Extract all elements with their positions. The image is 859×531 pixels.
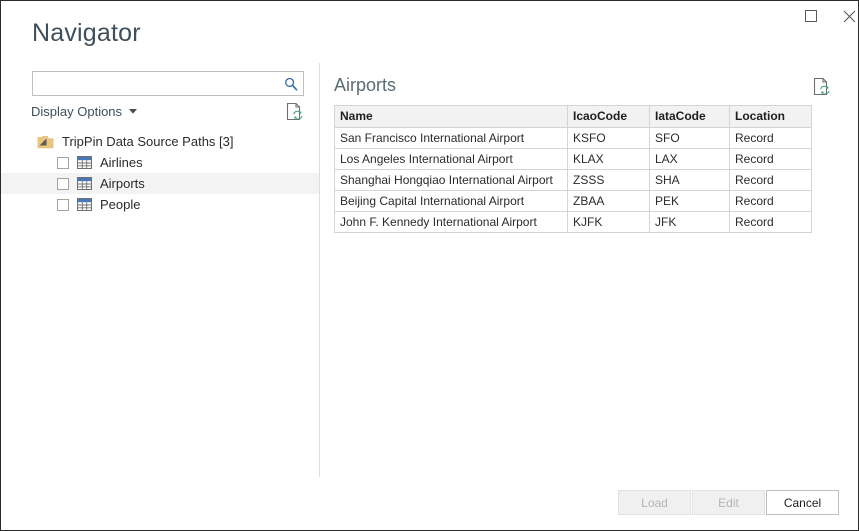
cell-name: John F. Kennedy International Airport (334, 211, 568, 233)
cell-location: Record (729, 127, 812, 149)
cell-location: Record (729, 190, 812, 212)
display-options-dropdown[interactable]: Display Options (31, 104, 138, 119)
magnifier-glyph (285, 77, 298, 91)
tree-item-label: People (100, 197, 141, 212)
chevron-down-icon (129, 109, 138, 114)
table-row: Los Angeles International Airport KLAX L… (334, 148, 812, 170)
cell-icaocode: KLAX (567, 148, 650, 170)
tree-item-label: Airlines (100, 155, 143, 170)
tree-item-airlines[interactable]: Airlines (1, 152, 319, 173)
refresh-document-glyph (813, 77, 830, 96)
dialog-footer: Load Edit Cancel (1, 477, 858, 530)
cell-location: Record (729, 169, 812, 191)
cell-name: Los Angeles International Airport (334, 148, 568, 170)
cancel-button[interactable]: Cancel (766, 490, 839, 515)
cell-name: San Francisco International Airport (334, 127, 568, 149)
cell-iatacode: SFO (649, 127, 730, 149)
cell-icaocode: ZSSS (567, 169, 650, 191)
table-row: San Francisco International Airport KSFO… (334, 127, 812, 149)
edit-button[interactable]: Edit (692, 490, 765, 515)
expander-collapse-icon[interactable] (39, 138, 47, 146)
title-bar: Navigator (1, 1, 858, 57)
navigator-dialog: Navigator Display Options TripPin Data S… (0, 0, 859, 531)
table-header-row: Name IcaoCode IataCode Location (334, 105, 812, 128)
table-icon (77, 156, 92, 169)
preview-title: Airports (334, 75, 397, 95)
refresh-document-glyph (286, 102, 303, 121)
preview-pane: Airports Name IcaoCode IataCode Location… (320, 57, 858, 477)
cell-icaocode: KJFK (567, 211, 650, 233)
refresh-preview-icon[interactable] (812, 77, 830, 97)
table-row: Beijing Capital International Airport ZB… (334, 190, 812, 212)
cell-iatacode: PEK (649, 190, 730, 212)
refresh-document-icon[interactable] (285, 102, 303, 122)
cell-location: Record (729, 148, 812, 170)
cell-name: Beijing Capital International Airport (334, 190, 568, 212)
cell-iatacode: JFK (649, 211, 730, 233)
tree-item-checkbox[interactable] (57, 156, 69, 169)
cell-icaocode: KSFO (567, 127, 650, 149)
table-row: Shanghai Hongqiao International Airport … (334, 169, 812, 191)
cell-iatacode: LAX (649, 148, 730, 170)
column-header-iatacode[interactable]: IataCode (649, 105, 730, 128)
close-icon (843, 10, 855, 22)
tree-item-checkbox[interactable] (57, 177, 69, 190)
search-input[interactable] (33, 72, 279, 95)
cell-iatacode: SHA (649, 169, 730, 191)
navigation-pane: Display Options TripPin Data Source Path… (1, 57, 319, 477)
column-header-icaocode[interactable]: IcaoCode (567, 105, 650, 128)
search-icon[interactable] (279, 72, 303, 95)
tree-item-checkbox[interactable] (57, 198, 69, 211)
tree-item-airports[interactable]: Airports (1, 173, 319, 194)
source-tree: TripPin Data Source Paths [3] Airlines A… (1, 131, 319, 215)
tree-root-node[interactable]: TripPin Data Source Paths [3] (1, 131, 319, 152)
close-button[interactable] (830, 1, 858, 31)
tree-item-people[interactable]: People (1, 194, 319, 215)
page-title: Navigator (32, 19, 141, 47)
cell-location: Record (729, 211, 812, 233)
cell-name: Shanghai Hongqiao International Airport (334, 169, 568, 191)
table-row: John F. Kennedy International Airport KJ… (334, 211, 812, 233)
table-icon (77, 198, 92, 211)
display-options-label: Display Options (31, 104, 123, 119)
preview-table: Name IcaoCode IataCode Location San Fran… (334, 105, 812, 233)
column-header-location[interactable]: Location (729, 105, 812, 128)
tree-item-label: Airports (100, 176, 145, 191)
search-box[interactable] (32, 71, 304, 96)
load-button[interactable]: Load (618, 490, 691, 515)
table-icon (77, 177, 92, 190)
column-header-name[interactable]: Name (334, 105, 568, 128)
tree-root-label: TripPin Data Source Paths [3] (62, 134, 234, 149)
cell-icaocode: ZBAA (567, 190, 650, 212)
maximize-icon (805, 10, 817, 22)
maximize-button[interactable] (792, 1, 830, 31)
